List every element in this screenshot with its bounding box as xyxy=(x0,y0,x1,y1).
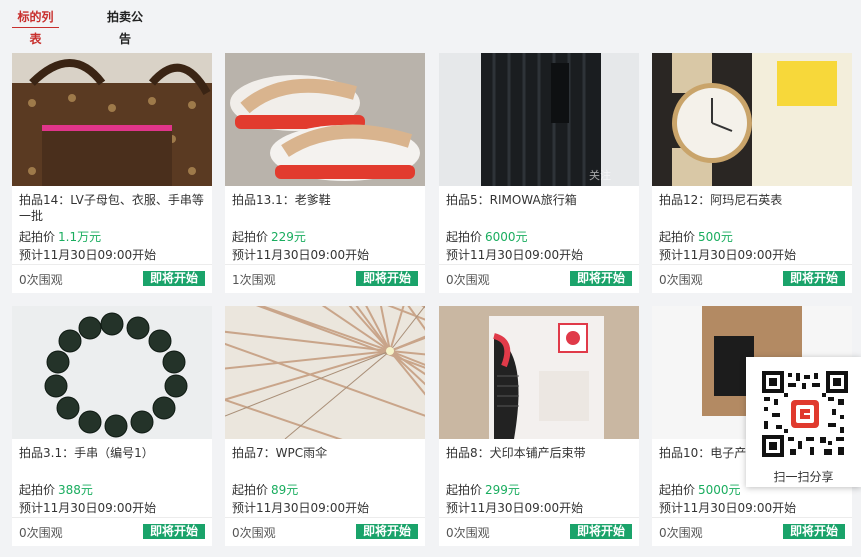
lot-card[interactable]: 拍品8：犬印本铺产后束带 起拍价 299元 预计11月30日09:00开始 0次围… xyxy=(439,306,639,546)
tab-announcement-label-2: 告 xyxy=(118,32,131,46)
tab-announcement-label-1: 拍卖公 xyxy=(106,10,143,24)
status-button[interactable]: 即将开始 xyxy=(570,271,632,286)
start-price-value: 299元 xyxy=(485,483,520,497)
divider xyxy=(12,517,212,518)
lot-image-watch[interactable] xyxy=(652,53,852,186)
lot-image-bracelet[interactable] xyxy=(12,306,212,439)
share-qr-popup[interactable]: 扫一扫分享 xyxy=(746,357,861,487)
start-time: 预计11月30日09:00开始 xyxy=(659,248,797,262)
lot-title[interactable]: 拍品8：犬印本铺产后束带 xyxy=(446,445,636,461)
start-price-label: 起拍价 xyxy=(232,483,269,497)
start-time: 预计11月30日09:00开始 xyxy=(446,501,584,515)
divider xyxy=(652,264,852,265)
lot-title[interactable]: 拍品7：WPC雨伞 xyxy=(232,445,422,461)
start-price-value: 229元 xyxy=(271,230,306,244)
view-count: 0次围观 xyxy=(659,273,703,287)
start-price: 起拍价 229元 xyxy=(232,228,306,245)
view-count: 0次围观 xyxy=(659,526,703,540)
lot-card[interactable]: 拍品7：WPC雨伞 起拍价 89元 预计11月30日09:00开始 0次围观 即将… xyxy=(225,306,425,546)
start-price: 起拍价 6000元 xyxy=(446,228,528,245)
status-button[interactable]: 即将开始 xyxy=(143,524,205,539)
start-price: 起拍价 388元 xyxy=(19,481,93,498)
view-count: 0次围观 xyxy=(232,526,276,540)
start-price: 起拍价 1.1万元 xyxy=(19,228,101,245)
status-button[interactable]: 即将开始 xyxy=(356,524,418,539)
start-time: 预计11月30日09:00开始 xyxy=(19,501,157,515)
lot-image-umbrella[interactable] xyxy=(225,306,425,439)
tab-lot-list-label-1: 标的列 xyxy=(17,10,54,24)
view-count: 0次围观 xyxy=(446,273,490,287)
watermark-text: 关注 xyxy=(589,168,611,182)
start-price: 起拍价 299元 xyxy=(446,481,520,498)
start-price-value: 89元 xyxy=(271,483,299,497)
tab-lot-list-label-2: 表 xyxy=(29,32,42,46)
active-tab-underline xyxy=(12,27,59,28)
status-button[interactable]: 即将开始 xyxy=(356,271,418,286)
lot-card[interactable]: 拍品13.1：老爹鞋 起拍价 229元 预计11月30日09:00开始 1次围观 … xyxy=(225,53,425,293)
share-label: 扫一扫分享 xyxy=(773,470,834,484)
tab-announcement[interactable]: 拍卖公 告 xyxy=(104,6,146,50)
view-count: 0次围观 xyxy=(446,526,490,540)
start-price: 起拍价 5000元 xyxy=(659,481,741,498)
start-time: 预计11月30日09:00开始 xyxy=(19,248,157,262)
view-count: 0次围观 xyxy=(19,273,63,287)
start-time: 预计11月30日09:00开始 xyxy=(232,248,370,262)
lot-image-belt[interactable] xyxy=(439,306,639,439)
tab-lot-list[interactable]: 标的列 表 xyxy=(12,6,59,50)
start-time: 预计11月30日09:00开始 xyxy=(659,501,797,515)
lot-title[interactable]: 拍品5：RIMOWA旅行箱 xyxy=(446,192,636,208)
divider xyxy=(225,264,425,265)
start-price-value: 388元 xyxy=(58,483,93,497)
start-price-label: 起拍价 xyxy=(446,483,483,497)
start-price-label: 起拍价 xyxy=(659,483,696,497)
divider xyxy=(439,517,639,518)
start-price: 起拍价 89元 xyxy=(232,481,298,498)
view-count: 1次围观 xyxy=(232,273,276,287)
lot-title[interactable]: 拍品14：LV子母包、衣服、手串等一批 xyxy=(19,192,209,224)
status-button[interactable]: 即将开始 xyxy=(143,271,205,286)
tab-bar: 标的列 表 拍卖公 告 xyxy=(0,0,861,52)
qr-code-icon xyxy=(762,371,848,457)
status-button[interactable]: 即将开始 xyxy=(570,524,632,539)
lot-card[interactable]: 关注 拍品5：RIMOWA旅行箱 起拍价 6000元 预计11月30日09:00开… xyxy=(439,53,639,293)
start-price-label: 起拍价 xyxy=(19,230,56,244)
start-price: 起拍价 500元 xyxy=(659,228,733,245)
start-time: 预计11月30日09:00开始 xyxy=(446,248,584,262)
status-button[interactable]: 即将开始 xyxy=(783,524,845,539)
lot-title[interactable]: 拍品13.1：老爹鞋 xyxy=(232,192,422,208)
lot-card[interactable]: 拍品12：阿玛尼石英表 起拍价 500元 预计11月30日09:00开始 0次围观… xyxy=(652,53,852,293)
start-time: 预计11月30日09:00开始 xyxy=(232,501,370,515)
divider xyxy=(439,264,639,265)
lot-image-handbag[interactable] xyxy=(12,53,212,186)
start-price-label: 起拍价 xyxy=(232,230,269,244)
start-price-label: 起拍价 xyxy=(446,230,483,244)
lot-image-sneakers[interactable] xyxy=(225,53,425,186)
start-price-value: 5000元 xyxy=(698,483,741,497)
divider xyxy=(225,517,425,518)
lot-title[interactable]: 拍品3.1：手串（编号1） xyxy=(19,445,209,461)
lot-title[interactable]: 拍品12：阿玛尼石英表 xyxy=(659,192,849,208)
start-price-label: 起拍价 xyxy=(659,230,696,244)
lot-card[interactable]: 拍品14：LV子母包、衣服、手串等一批 起拍价 1.1万元 预计11月30日09:… xyxy=(12,53,212,293)
start-price-value: 1.1万元 xyxy=(58,230,102,244)
lot-image-suitcase[interactable]: 关注 xyxy=(439,53,639,186)
lot-card[interactable]: 拍品3.1：手串（编号1） 起拍价 388元 预计11月30日09:00开始 0次… xyxy=(12,306,212,546)
status-button[interactable]: 即将开始 xyxy=(783,271,845,286)
start-price-value: 500元 xyxy=(698,230,733,244)
divider xyxy=(652,517,852,518)
divider xyxy=(12,264,212,265)
start-price-value: 6000元 xyxy=(485,230,528,244)
view-count: 0次围观 xyxy=(19,526,63,540)
start-price-label: 起拍价 xyxy=(19,483,56,497)
